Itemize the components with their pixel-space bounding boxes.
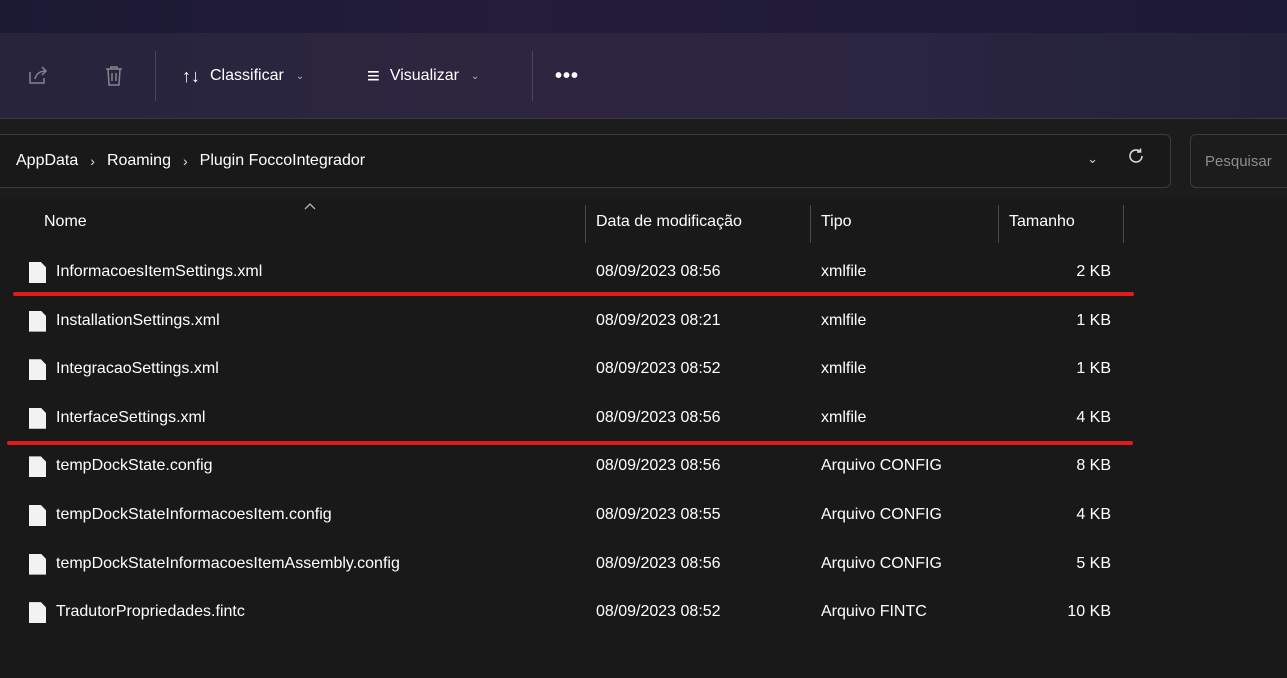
file-icon xyxy=(29,504,46,526)
address-row: AppData › Roaming › Plugin FoccoIntegrad… xyxy=(0,119,1287,199)
red-underline-annotation xyxy=(13,292,1134,296)
table-row[interactable]: tempDockState.config 08/09/2023 08:56 Ar… xyxy=(0,443,1287,492)
file-size: 2 KB xyxy=(1076,263,1111,280)
file-icon xyxy=(29,602,46,624)
column-header-date[interactable]: Data de modificação xyxy=(596,213,742,231)
file-size: 1 KB xyxy=(1076,360,1111,378)
file-date: 08/09/2023 08:52 xyxy=(596,603,721,621)
toolbar-separator xyxy=(155,51,156,101)
file-date: 08/09/2023 08:21 xyxy=(596,311,721,329)
toolbar-separator xyxy=(532,51,533,101)
file-type: Arquivo FINTC xyxy=(821,603,927,621)
file-date: 08/09/2023 08:56 xyxy=(596,263,721,280)
more-options-button[interactable]: ••• xyxy=(555,56,579,96)
file-type: xmlfile xyxy=(821,311,867,329)
file-name: tempDockStateInformacoesItemAssembly.con… xyxy=(56,554,400,572)
refresh-icon[interactable] xyxy=(1127,147,1145,171)
file-name: IntegracaoSettings.xml xyxy=(56,360,219,378)
breadcrumb-separator-icon[interactable]: › xyxy=(183,153,188,169)
file-type: Arquivo CONFIG xyxy=(821,457,942,475)
file-size: 1 KB xyxy=(1076,311,1111,329)
chevron-down-icon: ⌄ xyxy=(470,70,480,82)
file-size: 10 KB xyxy=(1067,603,1111,621)
file-date: 08/09/2023 08:56 xyxy=(596,408,721,426)
breadcrumb-appdata[interactable]: AppData xyxy=(16,152,78,170)
sort-ascending-icon xyxy=(303,199,317,214)
search-input[interactable]: Pesquisar xyxy=(1190,134,1287,188)
chevron-down-icon: ⌄ xyxy=(295,70,305,82)
sort-icon: ↑↓ xyxy=(182,65,200,86)
delete-button[interactable] xyxy=(103,56,125,96)
breadcrumb-plugin-foccointegrador[interactable]: Plugin FoccoIntegrador xyxy=(200,152,365,170)
sort-label: Classificar xyxy=(210,67,284,84)
breadcrumb-separator-icon[interactable]: › xyxy=(90,153,95,169)
column-header-size[interactable]: Tamanho xyxy=(1009,213,1075,231)
red-underline-annotation xyxy=(7,441,1133,445)
file-name: TradutorPropriedades.fintc xyxy=(56,603,245,621)
file-icon xyxy=(29,359,46,381)
table-row[interactable]: tempDockStateInformacoesItem.config 08/0… xyxy=(0,492,1287,541)
trash-icon xyxy=(106,66,122,86)
view-button[interactable]: ≡ Visualizar ⌄ xyxy=(367,56,479,96)
table-row[interactable]: InstallationSettings.xml 08/09/2023 08:2… xyxy=(0,298,1287,347)
column-divider[interactable] xyxy=(585,205,586,243)
file-icon xyxy=(29,262,46,283)
view-icon: ≡ xyxy=(367,63,380,88)
table-row[interactable]: IntegracaoSettings.xml 08/09/2023 08:52 … xyxy=(0,346,1287,395)
file-type: xmlfile xyxy=(821,408,867,426)
file-size: 8 KB xyxy=(1076,457,1111,475)
column-divider[interactable] xyxy=(998,205,999,243)
file-icon xyxy=(29,456,46,478)
table-row[interactable]: InterfaceSettings.xml 08/09/2023 08:56 x… xyxy=(0,395,1287,444)
address-bar[interactable]: AppData › Roaming › Plugin FoccoIntegrad… xyxy=(0,134,1171,188)
view-label: Visualizar xyxy=(389,67,459,84)
column-divider[interactable] xyxy=(1123,205,1124,243)
command-bar: ↑↓ Classificar ⌄ ≡ Visualizar ⌄ ••• xyxy=(0,33,1287,119)
file-name: tempDockState.config xyxy=(56,457,213,475)
file-name: InterfaceSettings.xml xyxy=(56,408,206,426)
file-size: 5 KB xyxy=(1076,554,1111,572)
file-date: 08/09/2023 08:56 xyxy=(596,554,721,572)
breadcrumb-roaming[interactable]: Roaming xyxy=(107,152,171,170)
file-icon xyxy=(29,407,46,429)
table-row[interactable]: InformacoesItemSettings.xml 08/09/2023 0… xyxy=(0,249,1287,298)
file-type: Arquivo CONFIG xyxy=(821,505,942,523)
file-size: 4 KB xyxy=(1076,408,1111,426)
column-header-name[interactable]: Nome xyxy=(44,213,87,231)
file-name: InformacoesItemSettings.xml xyxy=(56,263,263,280)
file-icon xyxy=(29,553,46,575)
file-type: Arquivo CONFIG xyxy=(821,554,942,572)
file-date: 08/09/2023 08:55 xyxy=(596,505,721,523)
sort-button[interactable]: ↑↓ Classificar ⌄ xyxy=(182,56,304,96)
file-size: 4 KB xyxy=(1076,505,1111,523)
column-header-type[interactable]: Tipo xyxy=(821,213,852,231)
share-button[interactable] xyxy=(26,56,50,96)
file-type: xmlfile xyxy=(821,360,867,378)
file-date: 08/09/2023 08:52 xyxy=(596,360,721,378)
file-type: xmlfile xyxy=(821,263,867,280)
title-bar xyxy=(0,0,1287,33)
file-date: 08/09/2023 08:56 xyxy=(596,457,721,475)
column-header-row: Nome Data de modificação Tipo Tamanho xyxy=(0,199,1287,249)
table-row[interactable]: TradutorPropriedades.fintc 08/09/2023 08… xyxy=(0,589,1287,638)
share-icon xyxy=(29,66,48,84)
file-name: InstallationSettings.xml xyxy=(56,311,220,329)
table-row[interactable]: tempDockStateInformacoesItemAssembly.con… xyxy=(0,541,1287,590)
search-placeholder: Pesquisar xyxy=(1205,152,1272,170)
file-icon xyxy=(29,310,46,332)
address-history-chevron-icon[interactable]: ⌄ xyxy=(1087,151,1098,167)
file-name: tempDockStateInformacoesItem.config xyxy=(56,505,332,523)
column-divider[interactable] xyxy=(810,205,811,243)
